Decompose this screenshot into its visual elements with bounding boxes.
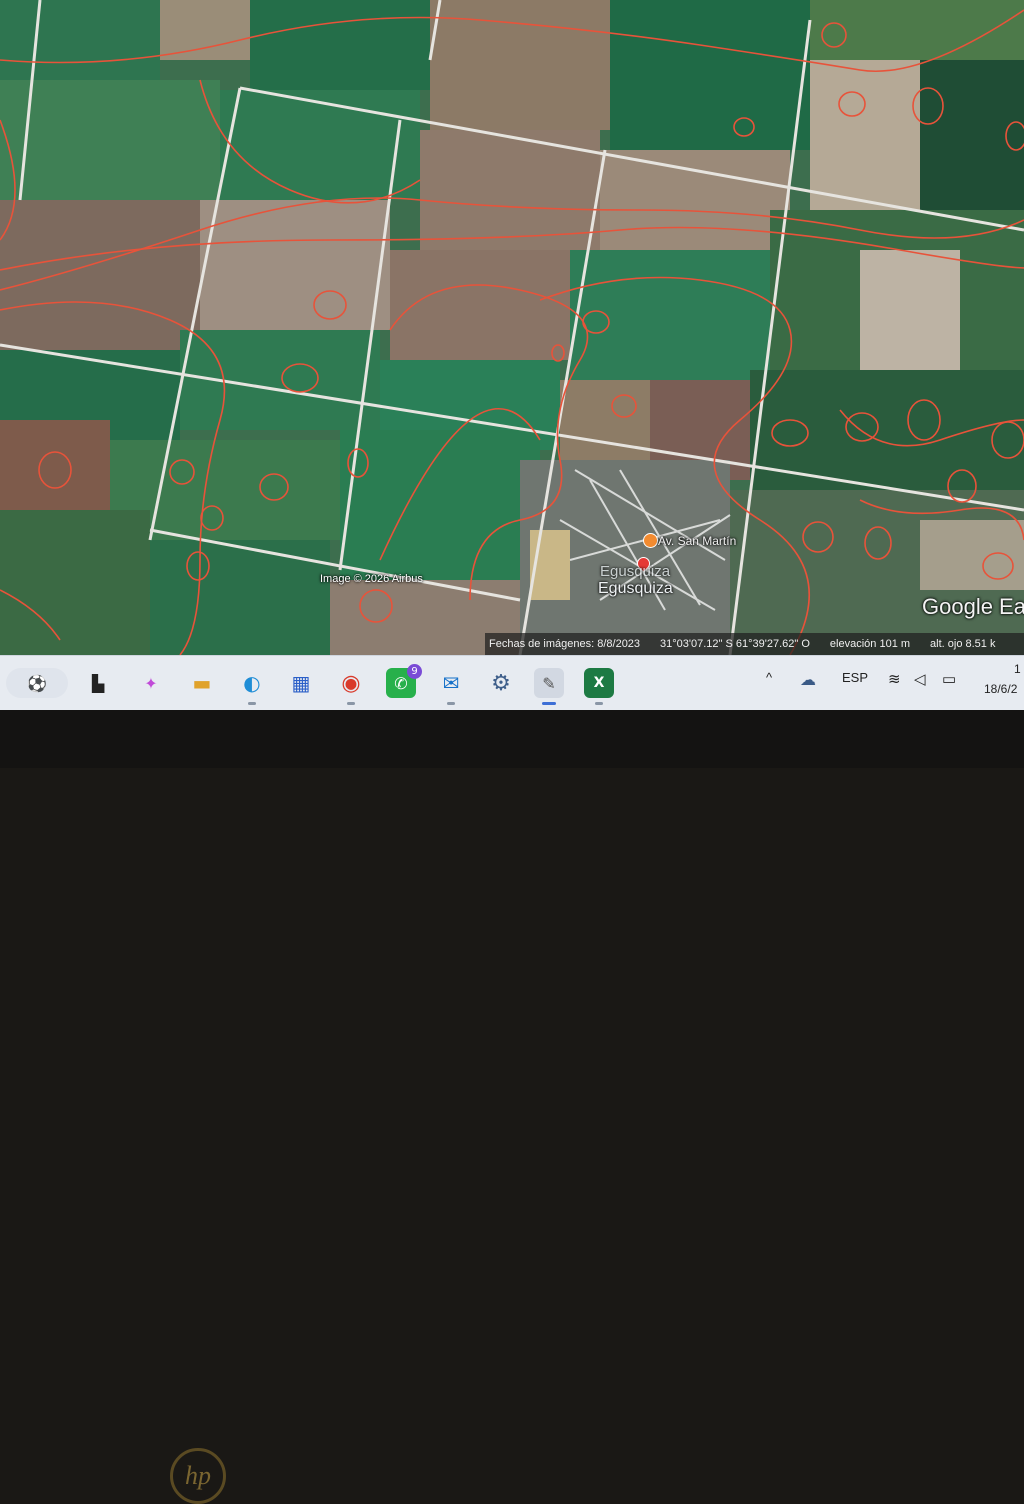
excel-icon[interactable]: X bbox=[584, 668, 614, 705]
hp-logo: hp bbox=[170, 1448, 226, 1504]
volume-icon[interactable]: ◁ bbox=[914, 670, 926, 688]
eye-altitude-readout: alt. ojo 8.51 k bbox=[930, 638, 996, 650]
battery-icon[interactable]: ▭ bbox=[942, 670, 956, 688]
settings-icon[interactable]: ⚙ bbox=[486, 668, 516, 698]
clock-date[interactable]: 18/6/2 bbox=[984, 682, 1017, 696]
clock-time[interactable]: 1 bbox=[1014, 662, 1021, 676]
imagery-credit: Image © 2026 Airbus bbox=[320, 573, 423, 585]
satellite-imagery bbox=[0, 0, 1024, 655]
pen-app-icon[interactable]: ✎ bbox=[534, 668, 564, 705]
copilot-icon[interactable]: ✦ bbox=[136, 668, 166, 698]
language-indicator[interactable]: ESP bbox=[842, 670, 868, 685]
soccer-app-icon[interactable]: ⚽ bbox=[6, 668, 68, 698]
task-view-icon[interactable]: ▙ bbox=[83, 668, 113, 698]
map-status-bar: Fechas de imágenes: 8/8/2023 31°03'07.12… bbox=[485, 633, 1024, 655]
laptop-bezel: hp bbox=[0, 710, 1024, 1504]
elevation-readout: elevación 101 m bbox=[829, 638, 911, 650]
file-explorer-icon[interactable]: ▬ bbox=[187, 668, 217, 698]
place-label-secondary: Egusquiza bbox=[600, 563, 671, 580]
cursor-coordinates: 31°03'07.12" S 61°39'27.62" O bbox=[660, 638, 810, 650]
chrome-icon[interactable]: ◉ bbox=[336, 668, 366, 705]
windows-taskbar: ⚽ ▙ ✦ ▬ ◐ ▦ ◉ ✆ 9 ✉ ⚙ ✎ X ^ ☁ ESP ≋ ◁ ▭ 1… bbox=[0, 655, 1024, 711]
microsoft-store-icon[interactable]: ▦ bbox=[286, 668, 316, 698]
satellite-map[interactable]: Av. San Martín Egusquiza Egusquiza Image… bbox=[0, 0, 1024, 655]
imagery-date: Fechas de imágenes: 8/8/2023 bbox=[489, 638, 641, 650]
tray-overflow-chevron[interactable]: ^ bbox=[766, 670, 772, 685]
outlook-icon[interactable]: ✉ bbox=[436, 668, 466, 705]
onedrive-icon[interactable]: ☁ bbox=[800, 670, 816, 690]
street-pin-icon[interactable] bbox=[643, 533, 658, 548]
place-label[interactable]: Egusquiza bbox=[598, 580, 673, 598]
wifi-icon[interactable]: ≋ bbox=[888, 670, 901, 688]
google-earth-logo: Google Ea bbox=[922, 594, 1024, 619]
edge-icon[interactable]: ◐ bbox=[237, 668, 267, 705]
whatsapp-icon[interactable]: ✆ 9 bbox=[386, 664, 422, 698]
notification-badge: 9 bbox=[407, 664, 422, 679]
street-label[interactable]: Av. San Martín bbox=[658, 534, 736, 548]
